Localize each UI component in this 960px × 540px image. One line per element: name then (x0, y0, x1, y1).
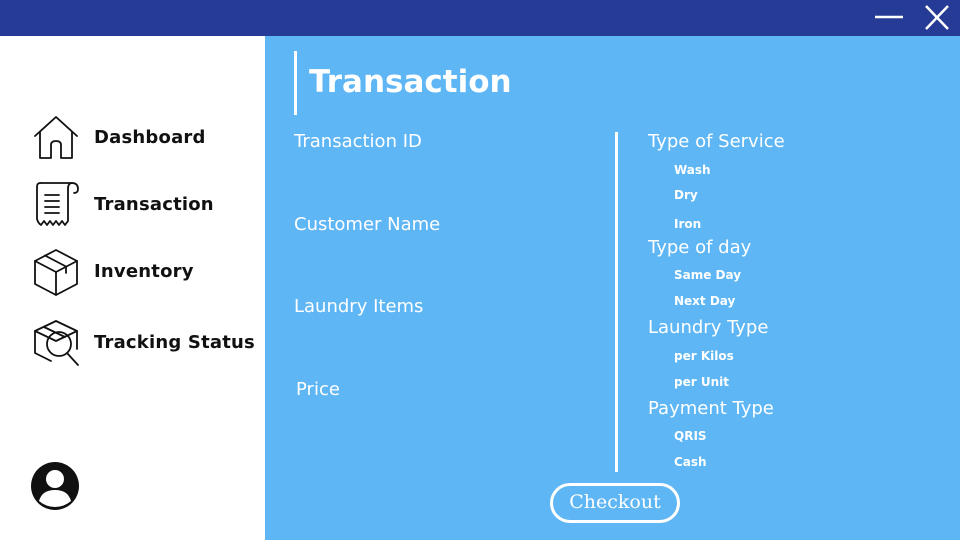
home-icon (34, 116, 78, 159)
option-iron[interactable]: Iron (674, 217, 701, 231)
box-icon (34, 249, 78, 296)
transaction-id-field[interactable]: Transaction ID (294, 131, 422, 152)
option-cash[interactable]: Cash (674, 455, 707, 469)
checkout-button[interactable]: Checkout (550, 483, 680, 523)
user-avatar[interactable] (30, 461, 80, 511)
option-dry[interactable]: Dry (674, 188, 698, 202)
close-button[interactable] (922, 4, 952, 32)
sidebar-item-transaction[interactable]: Transaction (32, 181, 257, 231)
receipt-icon (36, 182, 79, 226)
option-per-unit[interactable]: per Unit (674, 375, 729, 389)
transaction-panel: Transaction Transaction ID Customer Name… (265, 36, 960, 540)
option-same-day[interactable]: Same Day (674, 268, 741, 282)
sidebar-item-dashboard[interactable]: Dashboard (32, 114, 257, 164)
sidebar-item-label: Dashboard (94, 127, 206, 148)
page-title: Transaction (309, 64, 512, 100)
type-of-day-title: Type of day (648, 237, 752, 258)
price-field[interactable]: Price (296, 379, 340, 400)
sidebar-item-label: Tracking Status (94, 332, 255, 353)
sidebar-item-label: Transaction (94, 194, 214, 215)
customer-name-field[interactable]: Customer Name (294, 214, 440, 235)
option-next-day[interactable]: Next Day (674, 294, 735, 308)
payment-type-title: Payment Type (648, 398, 774, 419)
minimize-button[interactable] (874, 4, 904, 32)
sidebar-item-label: Inventory (94, 261, 194, 282)
window-titlebar (0, 0, 960, 36)
sidebar-item-tracking-status[interactable]: Tracking Status (32, 319, 257, 369)
close-icon (925, 5, 949, 30)
sidebar: Dashboard Transaction Inventory Tracking… (0, 36, 265, 540)
title-accent-line (294, 51, 297, 115)
type-of-service-title: Type of Service (648, 131, 785, 152)
laundry-type-title: Laundry Type (648, 317, 769, 338)
sidebar-item-inventory[interactable]: Inventory (32, 248, 257, 298)
minimize-icon (875, 15, 903, 19)
laundry-items-field[interactable]: Laundry Items (294, 296, 423, 317)
box-search-icon (34, 320, 79, 366)
option-per-kilos[interactable]: per Kilos (674, 349, 734, 363)
column-divider (615, 132, 618, 472)
option-wash[interactable]: Wash (674, 163, 711, 177)
option-qris[interactable]: QRIS (674, 429, 707, 443)
user-avatar-icon (31, 462, 79, 510)
